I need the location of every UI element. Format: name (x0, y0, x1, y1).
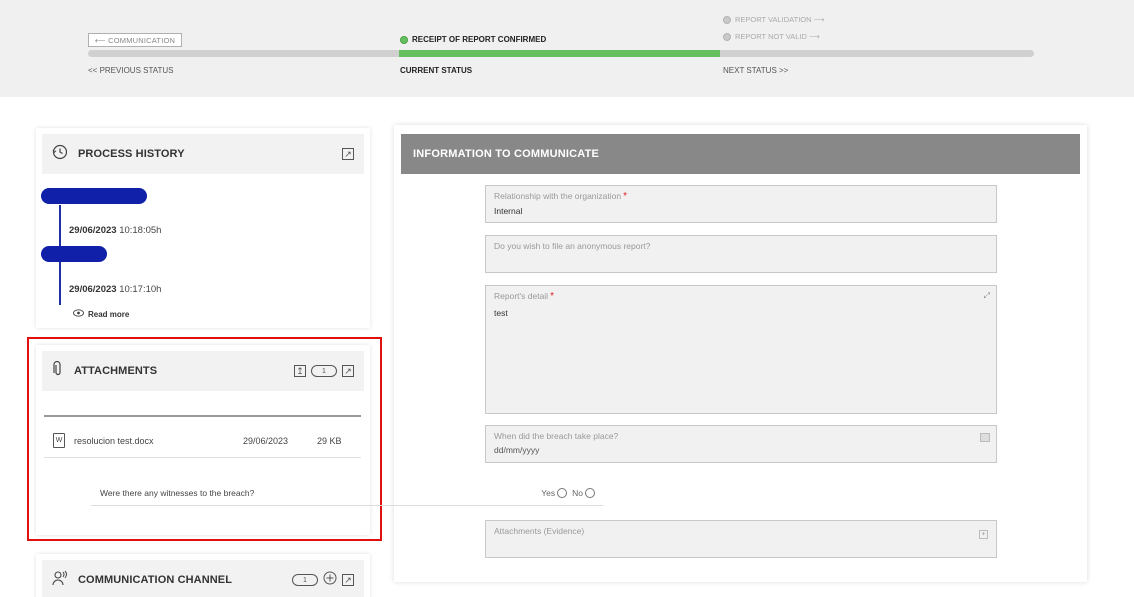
process-history-title: PROCESS HISTORY (78, 148, 185, 160)
next-status-label: NEXT STATUS >> (723, 66, 789, 75)
eye-icon (73, 309, 84, 319)
current-status-label: CURRENT STATUS (400, 66, 473, 75)
witnesses-label: Were there any witnesses to the breach? (100, 487, 255, 498)
report-detail-textarea[interactable]: Report's detail * test ⤢ (485, 285, 997, 414)
next-status-option-label: REPORT NOT VALID ⟶ (735, 32, 820, 41)
status-progress-track (88, 50, 1034, 57)
witnesses-no-option[interactable]: No (572, 487, 595, 498)
next-status-option-label: REPORT VALIDATION ⟶ (735, 15, 825, 24)
previous-status-button[interactable]: ⟵ COMMUNICATION (88, 33, 182, 47)
communication-channel-title: COMMUNICATION CHANNEL (78, 574, 233, 586)
current-status-dot-icon (400, 35, 408, 44)
relationship-field[interactable]: Relationship with the organization * Inte… (485, 185, 997, 223)
add-circle-icon[interactable] (323, 571, 337, 590)
communication-channel-header: COMMUNICATION CHANNEL 1 ↗ (42, 560, 364, 597)
process-history-header: PROCESS HISTORY ↗ (42, 134, 364, 174)
anonymous-report-field[interactable]: Do you wish to file an anonymous report? (485, 235, 997, 273)
breach-date-placeholder: dd/mm/yyyy (494, 445, 540, 455)
evidence-attachments-label: Attachments (Evidence) (494, 526, 585, 536)
relationship-label: Relationship with the organization * (494, 191, 628, 202)
timeline-entry-date: 29/06/2023 10:18:05h (69, 225, 162, 236)
witnesses-question-row: Were there any witnesses to the breach? … (91, 480, 603, 506)
fullscreen-icon[interactable]: ⤢ (984, 291, 990, 301)
radio-circle-icon[interactable] (585, 487, 595, 498)
person-speaking-icon (52, 570, 68, 591)
status-dot-icon (723, 32, 731, 41)
relationship-value: Internal (494, 206, 523, 216)
radio-circle-icon[interactable] (557, 487, 568, 498)
breach-date-label: When did the breach take place? (494, 431, 619, 441)
status-dot-icon (723, 15, 731, 24)
timeline-event-pill (41, 188, 147, 204)
next-status-option-not-valid[interactable]: REPORT NOT VALID ⟶ (723, 32, 820, 41)
current-status-text: RECEIPT OF REPORT CONFIRMED (412, 35, 547, 44)
communication-count-badge: 1 (292, 574, 318, 586)
report-detail-value: test (494, 308, 508, 318)
report-detail-label: Report's detail * (494, 291, 554, 302)
witnesses-yes-option[interactable]: Yes (541, 487, 568, 498)
add-attachment-icon[interactable]: + (979, 530, 988, 539)
expand-arrow-icon[interactable]: ↗ (342, 574, 354, 586)
information-panel: INFORMATION TO COMMUNICATE Relationship … (394, 125, 1087, 582)
calendar-icon[interactable] (980, 433, 990, 442)
read-more-link[interactable]: Read more (73, 309, 129, 319)
previous-status-label: << PREVIOUS STATUS (88, 66, 174, 75)
information-panel-header: INFORMATION TO COMMUNICATE (401, 134, 1080, 174)
next-status-option-validation[interactable]: REPORT VALIDATION ⟶ (723, 15, 824, 24)
timeline-event-pill (41, 246, 107, 262)
history-clock-icon (52, 144, 68, 165)
timeline-entry-date: 29/06/2023 10:17:10h (69, 284, 162, 295)
attachments-highlight-frame (27, 337, 382, 541)
status-bar (0, 0, 1134, 97)
expand-arrow-icon[interactable]: ↗ (342, 148, 354, 160)
breach-date-field[interactable]: When did the breach take place? dd/mm/yy… (485, 425, 997, 463)
communication-channel-card: COMMUNICATION CHANNEL 1 ↗ (36, 554, 370, 597)
evidence-attachments-field[interactable]: Attachments (Evidence) + (485, 520, 997, 558)
current-status: RECEIPT OF REPORT CONFIRMED (400, 35, 546, 44)
anonymous-report-label: Do you wish to file an anonymous report? (494, 241, 651, 251)
read-more-label: Read more (88, 309, 130, 319)
current-status-segment (399, 50, 720, 57)
